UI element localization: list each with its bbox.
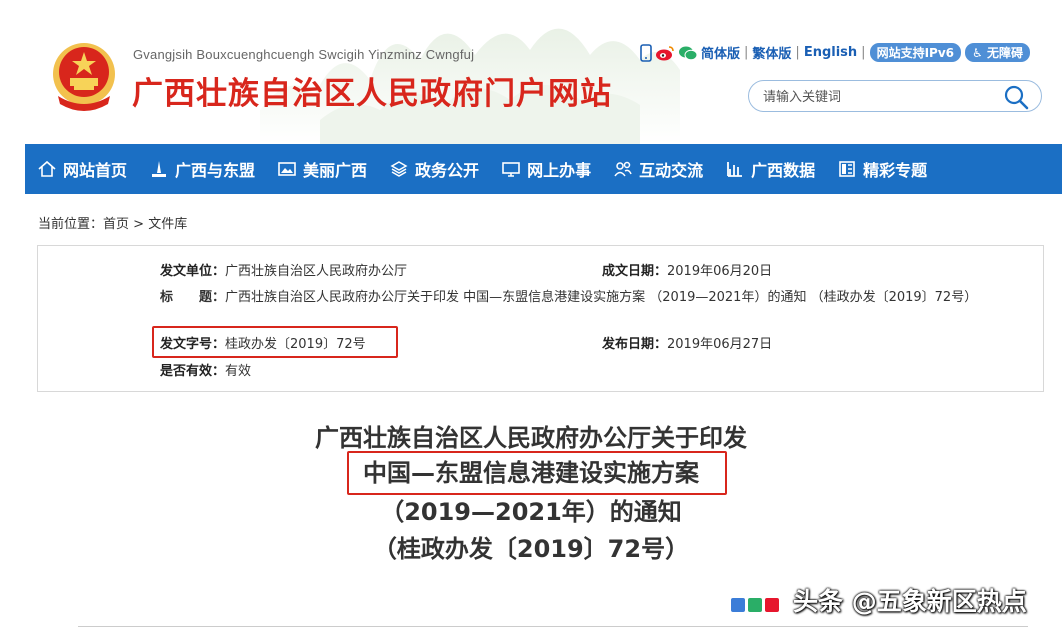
search-box	[748, 80, 1042, 112]
site-subtitle: Gvangjsih Bouxcuenghcuengh Swcigih Yinzm…	[133, 47, 475, 62]
topic-icon	[839, 161, 855, 177]
accessibility-button[interactable]: ♿ 无障碍	[965, 43, 1030, 62]
validity-value: 有效	[225, 364, 252, 379]
simplified-chinese-link[interactable]: 简体版	[701, 43, 740, 62]
nav-label: 广西与东盟	[175, 161, 256, 180]
nav-item-beautiful-guangxi[interactable]: 美丽广西	[266, 144, 378, 194]
site-title[interactable]: 广西壮族自治区人民政府门户网站	[132, 68, 612, 113]
date-made-value: 2019年06月20日	[667, 264, 773, 279]
nav-item-guangxi-data[interactable]: 广西数据	[714, 144, 826, 194]
document-title-line-3: （2019—2021年）的通知	[380, 498, 682, 526]
issuer-value: 广西壮族自治区人民政府办公厅	[225, 264, 408, 279]
site-header: Gvangjsih Bouxcuenghcuengh Swcigih Yinzm…	[0, 0, 1062, 144]
document-title-line-4: （桂政办发〔2019〕72号）	[372, 535, 690, 563]
doc-number-label: 发文字号：	[160, 337, 226, 352]
nav-label: 互动交流	[639, 161, 704, 180]
english-link[interactable]: English	[804, 45, 857, 60]
divider: |	[861, 45, 866, 60]
breadcrumb-home-link[interactable]: 首页	[103, 217, 129, 232]
breadcrumb-current-link[interactable]: 文件库	[148, 217, 187, 232]
monument-icon	[152, 161, 167, 177]
publish-date-value: 2019年06月27日	[667, 337, 773, 352]
divider	[78, 626, 1028, 627]
document-title-line-2: 中国—东盟信息港建设实施方案	[363, 459, 699, 487]
wheelchair-icon: ♿	[972, 46, 983, 60]
publish-date-row: 发布日期：2019年06月27日	[602, 333, 772, 352]
picture-icon	[278, 162, 296, 176]
traditional-chinese-link[interactable]: 繁体版	[752, 43, 791, 62]
divider: |	[744, 45, 749, 60]
mobile-icon[interactable]	[640, 43, 652, 62]
breadcrumb-separator: >	[129, 217, 149, 232]
monitor-icon	[502, 162, 520, 177]
title-row: 标 题：广西壮族自治区人民政府办公厅关于印发 中国—东盟信息港建设实施方案 （2…	[160, 288, 1030, 308]
wechat-icon[interactable]	[678, 45, 698, 61]
watermark: 头条 @五象新区热点	[793, 587, 1027, 616]
nav-label: 广西数据	[751, 161, 816, 180]
home-icon	[38, 160, 56, 177]
accessibility-label: 无障碍	[986, 46, 1023, 60]
bar-chart-icon	[727, 162, 743, 177]
nav-item-online-services[interactable]: 网上办事	[490, 144, 602, 194]
search-input[interactable]	[761, 86, 995, 108]
nav-label: 精彩专题	[863, 161, 928, 180]
nav-label: 美丽广西	[303, 161, 368, 180]
breadcrumb: 当前位置：首页 > 文件库	[38, 213, 187, 232]
nav-item-home[interactable]: 网站首页	[25, 144, 138, 194]
nav-label: 网站首页	[63, 161, 128, 180]
share-weibo-icon[interactable]	[765, 598, 779, 612]
nav-item-special-topics[interactable]: 精彩专题	[826, 144, 938, 194]
divider: |	[795, 45, 800, 60]
publish-date-label: 发布日期：	[602, 337, 668, 352]
nav-item-guangxi-asean[interactable]: 广西与东盟	[138, 144, 266, 194]
title-value: 广西壮族自治区人民政府办公厅关于印发 中国—东盟信息港建设实施方案 （2019—…	[225, 290, 978, 305]
validity-label: 是否有效：	[160, 364, 226, 379]
nav-label: 政务公开	[415, 161, 480, 180]
document-meta-box: 发文单位：广西壮族自治区人民政府办公厅 成文日期：2019年06月20日 标 题…	[37, 245, 1044, 392]
issuer-label: 发文单位：	[160, 264, 226, 279]
title-label: 标 题：	[160, 290, 226, 305]
nav-item-government-affairs[interactable]: 政务公开	[378, 144, 490, 194]
doc-number-row: 发文字号：桂政办发〔2019〕72号	[160, 333, 366, 352]
national-emblem-icon	[53, 43, 115, 111]
date-made-label: 成文日期：	[602, 264, 668, 279]
validity-row: 是否有效：有效	[160, 360, 251, 379]
doc-number-value: 桂政办发〔2019〕72号	[225, 337, 366, 352]
share-more-icon[interactable]	[731, 598, 745, 612]
weibo-icon[interactable]	[655, 45, 675, 61]
top-links: 简体版 | 繁体版 | English | 网站支持IPv6 ♿ 无障碍	[640, 43, 1030, 62]
share-bar	[731, 598, 779, 612]
layers-icon	[390, 161, 408, 177]
main-nav: 网站首页 广西与东盟 美丽广西 政务公开 网上办事 互动交流 广西数据 精彩专题	[25, 144, 1062, 194]
issuer-row: 发文单位：广西壮族自治区人民政府办公厅	[160, 260, 407, 279]
date-made-row: 成文日期：2019年06月20日	[602, 260, 772, 279]
nav-label: 网上办事	[527, 161, 592, 180]
breadcrumb-prefix: 当前位置：	[38, 217, 104, 232]
ipv6-badge[interactable]: 网站支持IPv6	[869, 43, 961, 62]
nav-item-interaction[interactable]: 互动交流	[602, 144, 714, 194]
search-icon[interactable]	[1003, 84, 1029, 110]
share-wechat-icon[interactable]	[748, 598, 762, 612]
users-icon	[614, 161, 632, 177]
